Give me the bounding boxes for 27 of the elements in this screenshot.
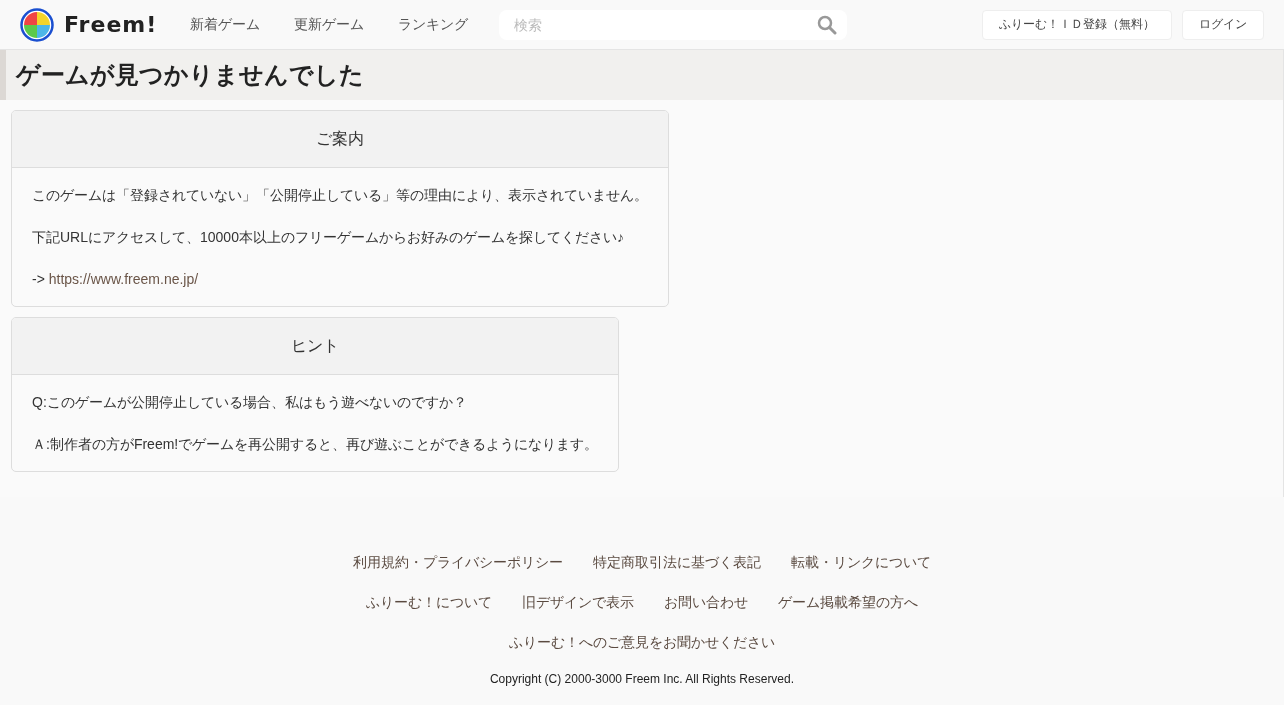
footer-link[interactable]: 転載・リンクについて	[791, 552, 931, 572]
card-title: ご案内	[12, 111, 668, 168]
footer-link[interactable]: 旧デザインで表示	[522, 592, 634, 612]
footer-link[interactable]: ふりーむ！について	[366, 592, 492, 612]
nav-link[interactable]: 更新ゲーム	[294, 15, 365, 34]
footer-link[interactable]: 特定商取引法に基づく表記	[593, 552, 761, 572]
card-text: -> https://www.freem.ne.jp/	[32, 270, 200, 289]
page-title: ゲームが見つかりませんでした	[0, 50, 1283, 100]
card-text: Q:このゲームが公開停止している場合、私はもう遊べないのですか？	[32, 393, 468, 412]
footer-link[interactable]: ふりーむ！へのご意見をお聞かせください	[509, 632, 775, 652]
nav-link[interactable]: 新着ゲーム	[190, 15, 261, 34]
card-text: 下記URLにアクセスして、10000本以上のフリーゲームからお好みのゲームを探してください♪	[32, 228, 625, 247]
card-title: ヒント	[12, 318, 619, 375]
footer-link[interactable]: お問い合わせ	[664, 592, 748, 612]
header-button[interactable]: ふりーむ！ＩＤ登録（無料）	[982, 9, 1172, 40]
footer-link[interactable]: 利用規約・プライバシーポリシー	[353, 552, 563, 572]
search-field[interactable]: 検索	[499, 9, 848, 40]
url-link[interactable]: https://www.freem.ne.jp/	[48, 271, 199, 287]
logo-text[interactable]: Freem!	[64, 12, 158, 37]
card-text: このゲームは「登録されていない」「公開停止している」等の理由により、表示されていません。	[32, 186, 648, 205]
footer-link[interactable]: ゲーム掲載希望の方へ	[778, 592, 918, 612]
header-button[interactable]: ログイン	[1182, 9, 1264, 40]
copyright-text: Copyright (C) 2000-3000 Freem Inc. All Rights Reserved.	[488, 672, 796, 686]
nav-link[interactable]: ランキング	[398, 15, 469, 34]
card-text: Ａ:制作者の方がFreem!でゲームを再公開すると、再び遊ぶことができるようになります。	[32, 435, 599, 454]
logo-icon[interactable]	[20, 7, 54, 42]
search-icon[interactable]	[817, 14, 838, 35]
